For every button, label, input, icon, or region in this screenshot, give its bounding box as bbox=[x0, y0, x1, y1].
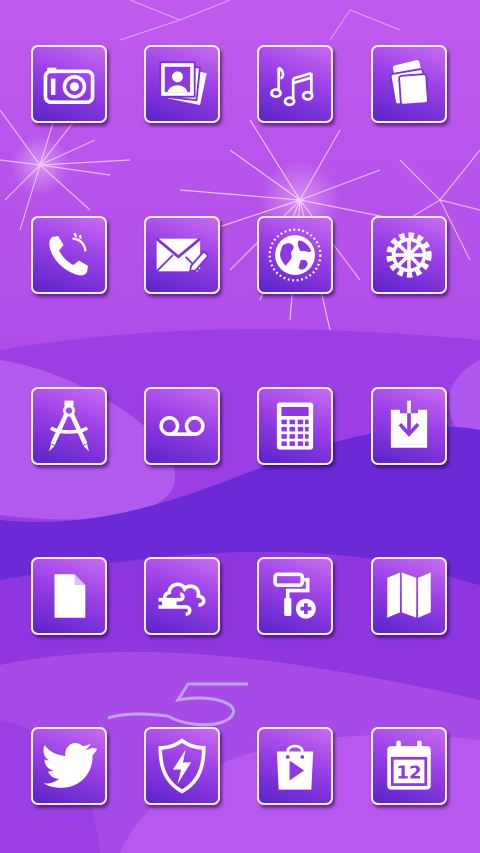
downloads-icon bbox=[390, 400, 428, 448]
downloads-app-button[interactable] bbox=[371, 387, 447, 465]
camera-app-button[interactable] bbox=[31, 45, 107, 123]
music-app-button[interactable] bbox=[257, 45, 333, 123]
themes-icon bbox=[389, 60, 429, 106]
play-store-app-button[interactable] bbox=[257, 727, 333, 805]
twitter-app-button[interactable] bbox=[31, 727, 107, 805]
settings-icon bbox=[386, 232, 432, 278]
paint-roller-add-icon bbox=[273, 572, 316, 619]
calendar-day-number: 12 bbox=[396, 763, 421, 784]
tools-app-button[interactable] bbox=[31, 387, 107, 465]
browser-icon bbox=[268, 228, 322, 282]
camera-icon bbox=[43, 67, 95, 104]
browser-app-button[interactable] bbox=[257, 216, 333, 294]
phone-app-button[interactable] bbox=[31, 216, 107, 294]
play-store-icon bbox=[276, 744, 314, 790]
files-icon bbox=[54, 574, 86, 618]
tools-compass-icon bbox=[49, 400, 89, 452]
calendar-app-button[interactable]: 12 bbox=[371, 727, 447, 805]
phone-icon bbox=[49, 232, 89, 276]
voicemail-icon bbox=[159, 416, 205, 436]
voicemail-app-button[interactable] bbox=[144, 387, 220, 465]
calculator-app-button[interactable] bbox=[257, 387, 333, 465]
weather-app-button[interactable] bbox=[144, 557, 220, 635]
themes-app-button[interactable] bbox=[371, 45, 447, 123]
security-shield-icon bbox=[158, 738, 206, 794]
music-icon bbox=[270, 66, 314, 107]
settings-app-button[interactable] bbox=[371, 216, 447, 294]
maps-icon bbox=[387, 572, 431, 618]
home-screen-grid: 12 bbox=[0, 0, 480, 853]
paint-app-button[interactable] bbox=[257, 557, 333, 635]
files-app-button[interactable] bbox=[31, 557, 107, 635]
twitter-icon bbox=[43, 743, 98, 788]
weather-icon bbox=[158, 582, 206, 616]
messages-icon bbox=[155, 237, 210, 273]
security-app-button[interactable] bbox=[144, 727, 220, 805]
gallery-icon bbox=[159, 61, 207, 106]
maps-app-button[interactable] bbox=[371, 557, 447, 635]
calculator-icon bbox=[276, 402, 314, 450]
gallery-app-button[interactable] bbox=[144, 45, 220, 123]
calendar-icon: 12 bbox=[387, 740, 431, 790]
messages-app-button[interactable] bbox=[144, 216, 220, 294]
